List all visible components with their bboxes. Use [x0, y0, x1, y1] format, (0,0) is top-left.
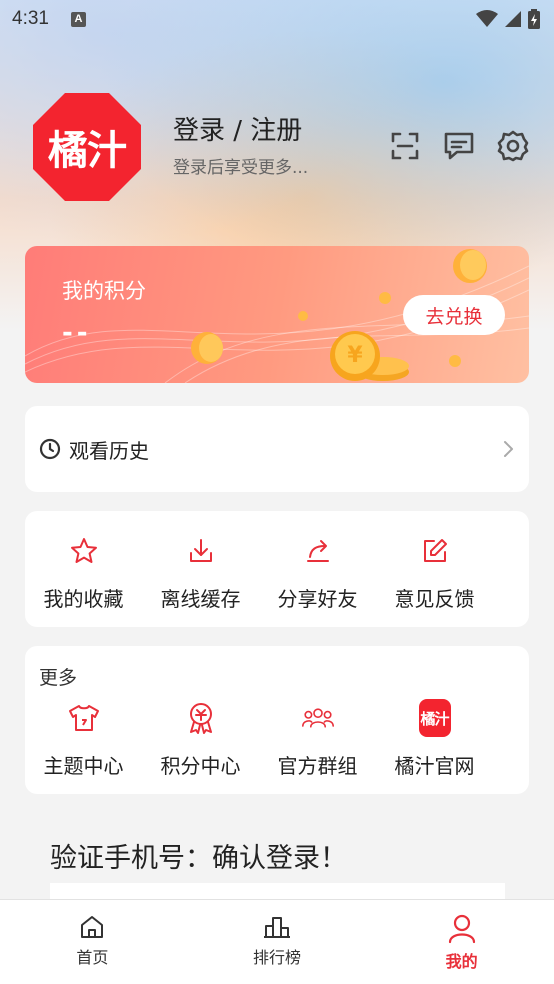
status-time: 4:31: [12, 8, 49, 29]
favorites-button[interactable]: 我的收藏: [25, 535, 142, 612]
scan-icon: [391, 132, 419, 160]
ranking-icon: [264, 917, 290, 938]
favorites-label: 我的收藏: [43, 587, 124, 611]
wifi-icon: [476, 10, 498, 27]
more-card: 更多 主题中心 积分中心 官方群组 橘汁 橘汁官网: [25, 646, 529, 794]
official-site-button[interactable]: 橘汁 橘汁官网: [376, 699, 493, 779]
share-friends-label: 分享好友: [277, 587, 358, 611]
watch-history-label: 观看历史: [69, 438, 149, 463]
bottom-tab-bar: 首页 排行榜 我的: [0, 899, 554, 984]
header-actions: [389, 130, 529, 162]
login-register-link[interactable]: 登录 / 注册: [173, 110, 302, 147]
status-bar: 4:31 A: [0, 0, 554, 38]
edit-icon: [423, 539, 447, 562]
offline-cache-label: 离线缓存: [160, 587, 241, 611]
more-grid: 主题中心 积分中心 官方群组 橘汁 橘汁官网: [25, 699, 529, 779]
notification-icon: A: [70, 11, 86, 27]
app-avatar[interactable]: 橘汁: [33, 93, 141, 201]
points-value: --: [62, 318, 92, 348]
avatar-text: 橘汁: [48, 128, 127, 174]
points-center-button[interactable]: 积分中心: [142, 702, 259, 779]
official-groups-button[interactable]: 官方群组: [259, 702, 376, 779]
official-site-label: 橘汁官网: [394, 754, 475, 778]
message-icon: [444, 132, 474, 160]
points-center-label: 积分中心: [160, 754, 241, 778]
theme-center-button[interactable]: 主题中心: [25, 702, 142, 779]
redeem-button[interactable]: 去兑换: [403, 295, 505, 335]
messages-button[interactable]: [443, 130, 475, 162]
share-friends-button[interactable]: 分享好友: [259, 535, 376, 612]
svg-text:¥: ¥: [347, 343, 363, 368]
tab-mine[interactable]: 我的: [369, 900, 554, 984]
login-subtitle: 登录后享受更多...: [173, 158, 309, 178]
tab-ranking[interactable]: 排行榜: [185, 900, 370, 984]
settings-button[interactable]: [497, 130, 529, 162]
medal-icon: [189, 703, 212, 734]
share-icon: [306, 540, 329, 562]
verify-phone-text: 验证手机号：确认登录！: [50, 843, 347, 874]
group-icon: [301, 708, 334, 728]
feedback-label: 意见反馈: [394, 587, 475, 611]
points-title: 我的积分: [62, 279, 146, 303]
tab-home[interactable]: 首页: [0, 900, 185, 984]
clock-icon: [39, 438, 61, 460]
download-icon: [189, 539, 212, 562]
gear-icon: [497, 130, 529, 162]
more-title: 更多: [39, 667, 78, 689]
actions-card: 我的收藏 离线缓存 分享好友 意见反馈: [25, 511, 529, 627]
signal-icon: [505, 11, 521, 27]
tab-ranking-label: 排行榜: [253, 948, 302, 967]
tab-mine-label: 我的: [445, 952, 478, 971]
logo-icon: 橘汁: [418, 699, 451, 737]
home-icon: [81, 916, 104, 938]
official-groups-label: 官方群组: [277, 754, 358, 778]
tab-home-label: 首页: [76, 948, 109, 967]
battery-icon: [528, 9, 540, 29]
actions-grid: 我的收藏 离线缓存 分享好友 意见反馈: [25, 535, 529, 612]
chevron-right-icon: [504, 441, 513, 457]
scan-button[interactable]: [389, 130, 421, 162]
offline-cache-button[interactable]: 离线缓存: [142, 535, 259, 612]
tshirt-icon: [68, 705, 99, 731]
theme-center-label: 主题中心: [43, 754, 124, 778]
feedback-button[interactable]: 意见反馈: [376, 535, 493, 612]
star-icon: [70, 538, 97, 563]
watch-history-row[interactable]: 观看历史: [25, 406, 529, 492]
points-card[interactable]: ¥ 我的积分 -- 去兑换: [25, 246, 529, 383]
user-icon: [448, 914, 475, 944]
